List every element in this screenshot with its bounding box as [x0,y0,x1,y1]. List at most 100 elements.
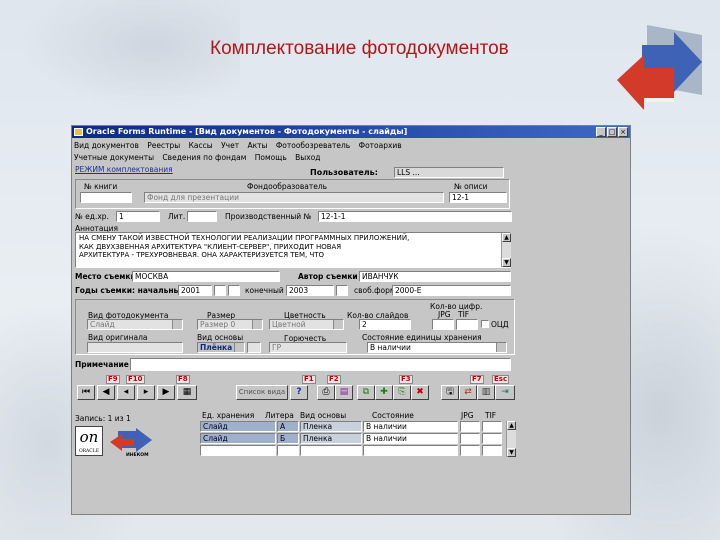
base-type-extra[interactable] [247,342,261,353]
transfer-icon[interactable]: ⇄ [459,385,477,400]
base-type-select[interactable]: Плёнка [197,342,245,353]
year-start-field[interactable]: 2001 [178,285,212,296]
delete-record-icon[interactable]: ✖ [411,385,429,400]
exit-icon[interactable]: ⇥ [495,385,515,400]
next-page-button[interactable]: ▶ [157,385,175,400]
menu-item[interactable]: Фотоархив [359,141,402,150]
color-select[interactable]: Цветной [269,319,344,330]
duplicate-record-icon[interactable]: ⎘ [393,385,411,400]
year-start-extra[interactable] [214,285,226,296]
scroll-up-icon[interactable]: ▲ [502,233,511,242]
production-number-label: Производственный № [225,212,312,221]
menu-item[interactable]: Выход [295,153,320,162]
litera-field[interactable] [187,211,217,222]
scroll-down-icon[interactable]: ▼ [507,448,516,457]
slide-count-field[interactable]: 2 [359,319,411,330]
author-label: Автор съемки [298,272,358,281]
free-form-field[interactable]: 2000-Е [392,285,511,296]
print-icon[interactable]: ⎙ [317,385,335,400]
opis-field[interactable]: 12-1 [449,192,507,203]
grid-litera-cell[interactable] [277,445,299,456]
scroll-down-icon[interactable]: ▼ [502,258,511,267]
close-button[interactable]: × [618,127,628,137]
grid-base-cell[interactable]: Пленка [300,421,362,432]
fkey-hint: F3 [399,375,413,384]
grid-base-cell[interactable] [300,445,362,456]
grid-tif-cell[interactable] [482,421,502,432]
help-button[interactable]: ? [290,385,308,400]
first-record-button[interactable]: ⏮ [77,385,95,400]
year-end-field[interactable]: 2003 [286,285,334,296]
production-number-field[interactable]: 12-1-1 [318,211,512,222]
grid-header: TIF [485,411,497,420]
original-type-field[interactable] [87,342,183,353]
year-start-extra[interactable] [228,285,240,296]
grid-state-cell[interactable]: В наличии [363,433,458,444]
grid-header: Вид основы [300,411,347,420]
year-end-extra[interactable] [336,285,348,296]
minimize-button[interactable]: _ [596,127,606,137]
grid-unit-cell[interactable]: Слайд [200,433,276,444]
add-record-icon[interactable]: ✚ [375,385,393,400]
tif-count-field[interactable] [456,319,478,330]
grid-state-cell[interactable] [363,445,458,456]
fond-field[interactable]: Фонд для презентации [144,192,444,203]
note-field[interactable] [130,358,511,371]
grid-scrollbar[interactable]: ▲ ▼ [506,421,516,457]
place-label: Место съемки [75,272,136,281]
grid-base-cell[interactable]: Пленка [300,433,362,444]
grid-state-cell[interactable]: В наличии [363,421,458,432]
grid-header: Литера [265,411,294,420]
author-field[interactable]: ИВАНЧУК [359,271,511,282]
grid-tif-cell[interactable] [482,445,502,456]
maximize-button[interactable]: □ [607,127,617,137]
query-icon[interactable]: ▥ [477,385,495,400]
oracle-logo-caption: ORACLE [78,449,100,454]
state-select[interactable]: В наличии [367,342,507,353]
base-type-label: Вид основы [197,333,244,342]
grid-jpg-cell[interactable] [460,421,480,432]
list-view-button[interactable]: Список вида [236,385,288,400]
report-icon[interactable]: ▤ [335,385,353,400]
next-record-button[interactable]: ▸ [137,385,155,400]
grid-tif-cell[interactable] [482,433,502,444]
size-select[interactable]: Размер 0 [197,319,263,330]
menu-item[interactable]: Кассы [189,141,213,150]
book-number-field[interactable] [80,192,132,203]
grid-litera-cell[interactable]: Б [277,433,299,444]
annotation-textarea[interactable]: НА СМЕНУ ТАКОЙ ИЗВЕСТНОЙ ТЕХНОЛОГИИ РЕАЛ… [75,232,511,268]
place-field[interactable]: МОСКВА [132,271,280,282]
menu-item[interactable]: Помощь [255,153,287,162]
window-titlebar: Oracle Forms Runtime - [Вид документов -… [72,126,630,138]
menu-item[interactable]: Сведения по фондам [162,153,246,162]
photo-type-select[interactable]: Слайд [87,319,183,330]
mode-link[interactable]: РЕЖИМ комплектования [75,165,173,174]
prev-page-button[interactable]: ◀ [97,385,115,400]
grid-jpg-cell[interactable] [460,445,480,456]
copy-records-icon[interactable]: ⧉ [357,385,375,400]
menu-item[interactable]: Учет [221,141,239,150]
fkey-hint: F2 [327,375,341,384]
user-label: Пользователь: [310,168,378,177]
background-decoration [20,0,240,110]
user-field: LLS ... [394,167,504,178]
save-icon[interactable]: 🖫 [441,385,459,400]
menu-item[interactable]: Вид документов [74,141,139,150]
scroll-up-icon[interactable]: ▲ [507,421,516,430]
grid-litera-cell[interactable]: А [277,421,299,432]
table-view-button[interactable]: ▦ [177,385,197,400]
grid-unit-cell[interactable]: Слайд [200,421,276,432]
ocd-label: ОЦД [491,320,509,329]
prev-record-button[interactable]: ◂ [117,385,135,400]
flammability-field[interactable]: ГР [269,342,347,353]
unit-number-field[interactable]: 1 [116,211,160,222]
menu-item[interactable]: Учетные документы [74,153,154,162]
menu-item[interactable]: Акты [247,141,267,150]
jpg-count-field[interactable] [432,319,454,330]
menu-item[interactable]: Фотообозреватель [276,141,350,150]
ocd-checkbox[interactable] [481,320,489,328]
grid-jpg-cell[interactable] [460,433,480,444]
menu-item[interactable]: Реестры [147,141,180,150]
grid-unit-cell[interactable] [200,445,276,456]
annotation-scrollbar[interactable]: ▲ ▼ [501,233,511,267]
